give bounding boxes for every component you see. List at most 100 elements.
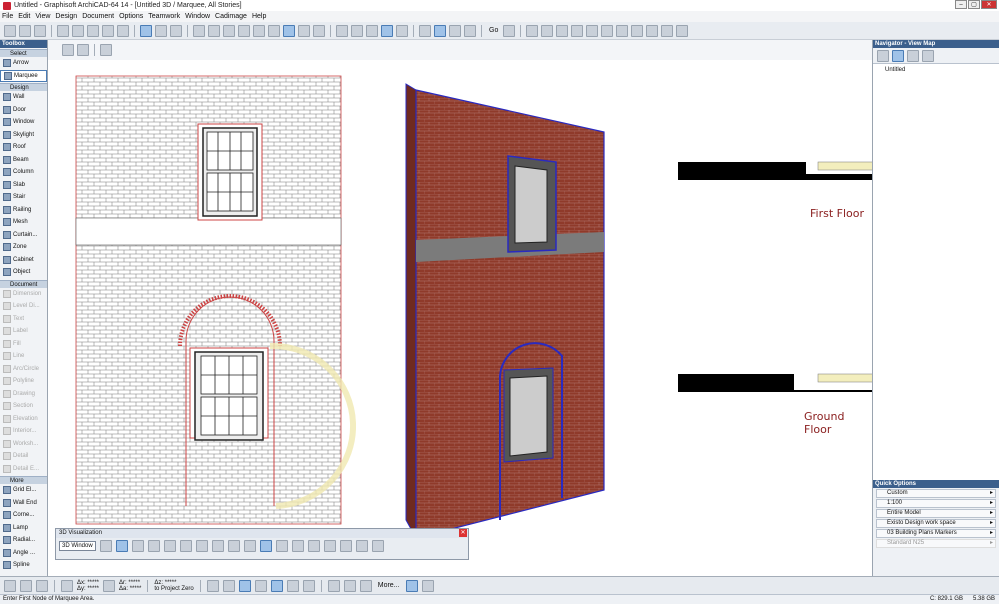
- layout-icon[interactable]: [396, 24, 408, 37]
- marquee-shape-icon[interactable]: [100, 44, 112, 56]
- tool-design-item[interactable]: Column: [0, 166, 47, 179]
- tool-design-item[interactable]: Curtain...: [0, 229, 47, 242]
- polar-icon[interactable]: [103, 579, 116, 592]
- tool-design-item[interactable]: Skylight: [0, 129, 47, 142]
- orbit-icon[interactable]: [115, 540, 128, 552]
- pen-icon[interactable]: [208, 24, 220, 37]
- save-icon[interactable]: [34, 24, 46, 37]
- zoom-window-icon[interactable]: [419, 24, 431, 37]
- angle-icon[interactable]: [20, 579, 32, 592]
- tool-design-item[interactable]: Window: [0, 116, 47, 129]
- cut-icon[interactable]: [57, 24, 69, 37]
- snap-icon[interactable]: [222, 579, 235, 592]
- publisher-icon[interactable]: [922, 49, 934, 62]
- line-type-icon[interactable]: [238, 24, 250, 37]
- globe-icon[interactable]: [211, 540, 224, 552]
- toolbox-more-section[interactable]: More: [0, 476, 47, 484]
- tool-design-item[interactable]: Roof: [0, 141, 47, 154]
- menu-file[interactable]: File: [2, 13, 13, 20]
- photo-icon[interactable]: [355, 540, 368, 552]
- export-icon[interactable]: [371, 540, 384, 552]
- quick-option-custom[interactable]: Custom: [876, 489, 996, 498]
- toolbox-select-section[interactable]: Select: [0, 49, 47, 57]
- library-icon[interactable]: [616, 24, 629, 37]
- marquee-single-icon[interactable]: [62, 44, 74, 56]
- grid-icon[interactable]: [323, 540, 336, 552]
- fill-icon[interactable]: [223, 24, 235, 37]
- tool-marquee[interactable]: Marquee: [0, 69, 47, 82]
- quick-option-scale[interactable]: 1:100: [876, 499, 996, 508]
- paste-icon[interactable]: [87, 24, 99, 37]
- grid-snap-icon[interactable]: [238, 579, 251, 592]
- tree-item-untitled[interactable]: Untitled: [885, 67, 905, 73]
- toolbox-document-section[interactable]: Document: [0, 279, 47, 288]
- settings-icon[interactable]: [601, 24, 614, 37]
- tool-more-item[interactable]: Radial...: [0, 534, 47, 547]
- zoom-out-icon[interactable]: [464, 24, 476, 37]
- quick-option-markers[interactable]: 03 Building Plans Markers: [876, 529, 996, 538]
- tool-more-item[interactable]: Lamp: [0, 522, 47, 535]
- project-map-icon[interactable]: [877, 49, 889, 62]
- dx-dy-fields[interactable]: Δx: ***** Δy: *****: [77, 580, 99, 592]
- light-icon[interactable]: [586, 24, 599, 37]
- tool-design-item[interactable]: Zone: [0, 241, 47, 254]
- menu-help[interactable]: Help: [252, 13, 266, 20]
- info-icon[interactable]: [676, 24, 689, 37]
- tool-more-item[interactable]: Spline: [0, 559, 47, 572]
- axis-icon[interactable]: [131, 540, 144, 552]
- tool-design-item[interactable]: Wall: [0, 91, 47, 104]
- render-icon[interactable]: [259, 540, 272, 552]
- open-icon[interactable]: [19, 24, 31, 37]
- teamwork-icon[interactable]: [631, 24, 644, 37]
- copy-icon[interactable]: [72, 24, 84, 37]
- arrow-tool-icon[interactable]: [140, 24, 152, 37]
- sun-icon[interactable]: [275, 540, 288, 552]
- close-button[interactable]: ✕: [981, 0, 997, 9]
- plus-icon[interactable]: [286, 579, 299, 592]
- cube-icon[interactable]: [195, 540, 208, 552]
- zoom-fit-icon[interactable]: [434, 24, 446, 37]
- layer-icon[interactable]: [193, 24, 205, 37]
- menu-view[interactable]: View: [35, 13, 50, 20]
- marquee-multi-icon[interactable]: [77, 44, 89, 56]
- elevation-icon[interactable]: [366, 24, 378, 37]
- 3d-window-button[interactable]: 3D Window: [59, 541, 96, 551]
- scissors-icon[interactable]: [291, 540, 304, 552]
- menu-teamwork[interactable]: Teamwork: [148, 13, 180, 20]
- new-icon[interactable]: [4, 24, 16, 37]
- model-canvas[interactable]: First Floor Ground Floor: [48, 60, 970, 576]
- cursor-snap-icon[interactable]: [270, 579, 283, 592]
- view-map-icon[interactable]: [892, 49, 904, 62]
- marker-icon[interactable]: [526, 24, 539, 37]
- camera-icon[interactable]: [243, 540, 256, 552]
- dropdown-icon[interactable]: [421, 579, 434, 592]
- undo-icon[interactable]: [102, 24, 114, 37]
- tool-more-item[interactable]: Grid El...: [0, 484, 47, 497]
- ortho-icon[interactable]: [36, 579, 48, 592]
- home-icon[interactable]: [179, 540, 192, 552]
- close-icon[interactable]: ✕: [459, 529, 467, 537]
- camera-icon[interactable]: [556, 24, 569, 37]
- more-button[interactable]: More...: [376, 582, 402, 589]
- quick-option-model[interactable]: Entire Model: [876, 509, 996, 518]
- tool-design-item[interactable]: Object: [0, 266, 47, 279]
- maximize-button[interactable]: ▢: [968, 0, 980, 9]
- menu-cadimage[interactable]: Cadimage: [215, 13, 247, 20]
- angle-snap-icon[interactable]: [405, 579, 418, 592]
- toolbox-design-section[interactable]: Design: [0, 83, 47, 91]
- menu-edit[interactable]: Edit: [18, 13, 30, 20]
- tool-design-item[interactable]: Mesh: [0, 216, 47, 229]
- walk-icon[interactable]: [147, 540, 160, 552]
- tool-design-item[interactable]: Cabinet: [0, 254, 47, 267]
- menu-design[interactable]: Design: [55, 13, 77, 20]
- dz-fields[interactable]: Δz: ***** to Project Zero: [154, 580, 193, 592]
- render-icon[interactable]: [541, 24, 554, 37]
- tool-design-item[interactable]: Door: [0, 104, 47, 117]
- menu-window[interactable]: Window: [185, 13, 210, 20]
- floor-plan-icon[interactable]: [336, 24, 348, 37]
- layout-book-icon[interactable]: [907, 49, 919, 62]
- hand-icon[interactable]: [163, 540, 176, 552]
- edit-plane-icon[interactable]: [359, 579, 372, 592]
- guide-line-icon[interactable]: [254, 579, 267, 592]
- sun-icon[interactable]: [571, 24, 584, 37]
